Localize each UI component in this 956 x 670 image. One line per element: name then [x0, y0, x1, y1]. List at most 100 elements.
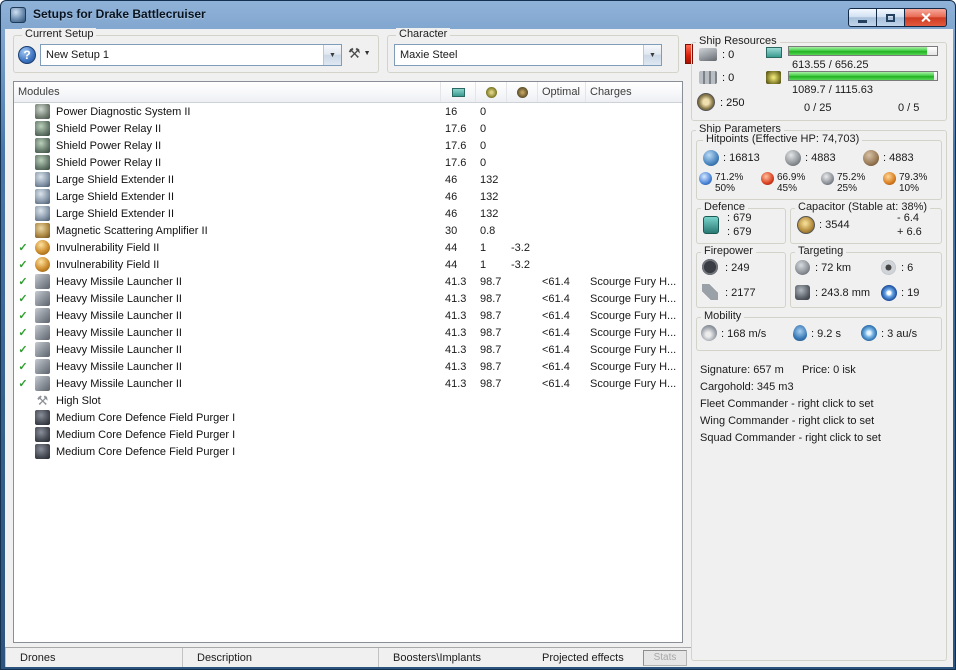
signature-text: Signature: 657 m — [700, 364, 784, 376]
module-icon — [35, 172, 50, 187]
module-row[interactable]: ✓ Heavy Missile Launcher II 41.3 98.7 <6… — [14, 358, 682, 375]
character-select[interactable]: Maxie Steel ▼ — [394, 44, 662, 66]
launcher-hardpoints-icon — [699, 71, 717, 84]
module-row[interactable]: ✓ Invulnerability Field II 44 1 -3.2 — [14, 256, 682, 273]
help-button[interactable]: ? — [18, 46, 36, 64]
module-row[interactable]: ✓ Heavy Missile Launcher II 41.3 98.7 <6… — [14, 375, 682, 392]
module-row[interactable]: ✓ Heavy Missile Launcher II 41.3 98.7 <6… — [14, 290, 682, 307]
setup-tools-button[interactable]: ⚒ ▼ — [348, 46, 371, 60]
module-name: Heavy Missile Launcher II — [56, 360, 182, 373]
module-powergrid-value: 132 — [480, 207, 499, 220]
column-header-capacitor[interactable] — [507, 82, 538, 102]
bottom-tab-bar: Drones Description Boosters\Implants Pro… — [5, 647, 691, 667]
module-cpu-value: 46 — [445, 207, 458, 220]
price-text: Price: 0 isk — [802, 364, 856, 376]
module-active-check: ✓ — [18, 344, 28, 356]
module-row[interactable]: Medium Core Defence Field Purger I — [14, 426, 682, 443]
align-time-value: : 9.2 s — [811, 328, 841, 340]
title-bar[interactable]: Setups for Drake Battlecruiser — [1, 1, 955, 28]
module-name: Power Diagnostic System II — [56, 105, 191, 118]
module-name: Medium Core Defence Field Purger I — [56, 411, 236, 424]
module-row[interactable]: ✓ Heavy Missile Launcher II 41.3 98.7 <6… — [14, 324, 682, 341]
module-cpu-value: 41.3 — [445, 309, 467, 322]
module-name: Large Shield Extender II — [56, 190, 175, 203]
module-cpu-value: 44 — [445, 241, 458, 254]
module-powergrid-value: 98.7 — [480, 377, 502, 390]
powergrid-icon — [766, 71, 781, 84]
module-active-check: ✓ — [18, 259, 28, 271]
module-row[interactable]: ✓ Heavy Missile Launcher II 41.3 98.7 <6… — [14, 341, 682, 358]
module-row[interactable]: Medium Core Defence Field Purger I — [14, 409, 682, 426]
bottom-tab[interactable]: Description — [182, 648, 378, 667]
resists-row: 71.2% 50% 66.9% 45% 75.2% 25% 79.3% 10% — [699, 172, 927, 194]
resist-icon — [699, 172, 712, 185]
drone-count-value: 0 / 5 — [898, 102, 920, 114]
module-name: Shield Power Relay II — [56, 156, 162, 169]
resist-icon — [883, 172, 896, 185]
close-button[interactable] — [905, 8, 947, 27]
tab-label: Boosters\Implants — [393, 651, 482, 664]
module-row[interactable]: Magnetic Scattering Amplifier II 30 0.8 — [14, 222, 682, 239]
module-row[interactable]: High Slot — [14, 392, 682, 409]
module-icon — [35, 359, 50, 374]
targeting-range-value: : 72 km — [815, 262, 852, 274]
module-row[interactable]: Shield Power Relay II 17.6 0 — [14, 137, 682, 154]
maximize-button[interactable] — [877, 8, 905, 27]
bottom-tab[interactable]: Projected effects — [528, 648, 624, 667]
modules-table: Modules Optimal Charges Power Diagnostic… — [13, 81, 683, 643]
warp-speed-icon — [861, 325, 877, 341]
cpu-column-icon — [451, 87, 465, 97]
column-header-cpu[interactable] — [441, 82, 476, 102]
character-label: Character — [396, 28, 451, 40]
module-charges-value: Scourge Fury H... — [590, 275, 677, 288]
module-icon — [35, 206, 50, 221]
module-cpu-value: 41.3 — [445, 360, 467, 373]
module-row[interactable]: Shield Power Relay II 17.6 0 — [14, 120, 682, 137]
module-name: Large Shield Extender II — [56, 207, 175, 220]
cpu-usage-text: 613.55 / 656.25 — [792, 59, 869, 71]
fleet-commander-text[interactable]: Fleet Commander - right click to set — [700, 398, 874, 410]
module-row[interactable]: Large Shield Extender II 46 132 — [14, 171, 682, 188]
setup-select-value: New Setup 1 — [46, 49, 109, 61]
module-icon — [35, 427, 50, 442]
module-name: Heavy Missile Launcher II — [56, 326, 182, 339]
module-cpu-value: 46 — [445, 190, 458, 203]
stats-button[interactable]: Stats — [643, 649, 687, 666]
module-row[interactable]: ✓ Heavy Missile Launcher II 41.3 98.7 <6… — [14, 307, 682, 324]
module-name: Invulnerability Field II — [56, 241, 160, 254]
maximize-icon — [886, 13, 895, 22]
module-active-check: ✓ — [18, 327, 28, 339]
armor-hp-icon — [785, 150, 801, 166]
capacitor-box: Capacitor (Stable at: 38%) : 3544 - 6.4 … — [790, 201, 942, 244]
module-optimal-value: <61.4 — [542, 377, 570, 390]
squad-commander-text[interactable]: Squad Commander - right click to set — [700, 432, 881, 444]
module-powergrid-value: 98.7 — [480, 360, 502, 373]
defence-icon — [703, 216, 719, 234]
module-row[interactable]: Large Shield Extender II 46 132 — [14, 188, 682, 205]
module-row[interactable]: ✓ Invulnerability Field II 44 1 -3.2 — [14, 239, 682, 256]
shield-recharge-value: : 679 — [727, 212, 752, 224]
module-icon — [35, 342, 50, 357]
capacitor-column-icon — [516, 86, 528, 98]
minimize-button[interactable] — [848, 8, 877, 27]
module-row[interactable]: ✓ Heavy Missile Launcher II 41.3 98.7 <6… — [14, 273, 682, 290]
column-header-optimal[interactable]: Optimal — [538, 82, 586, 102]
bottom-tab[interactable]: Drones — [5, 648, 182, 667]
column-header-charges[interactable]: Charges — [586, 82, 682, 102]
column-header-modules[interactable]: Modules — [14, 82, 441, 102]
wing-commander-text[interactable]: Wing Commander - right click to set — [700, 415, 874, 427]
hull-hp-value: : 4883 — [883, 152, 914, 164]
passive-defence-value: : 679 — [727, 226, 752, 238]
shield-hp-icon — [703, 150, 719, 166]
module-row[interactable]: Medium Core Defence Field Purger I — [14, 443, 682, 460]
bottom-tab[interactable]: Boosters\Implants — [378, 648, 528, 667]
window-content: Current Setup ? New Setup 1 ▼ ⚒ ▼ Charac… — [5, 28, 953, 667]
max-velocity-value: : 168 m/s — [721, 328, 767, 340]
column-header-powergrid[interactable] — [476, 82, 507, 102]
module-row[interactable]: Large Shield Extender II 46 132 — [14, 205, 682, 222]
module-icon — [35, 155, 50, 170]
drone-capacity-value: 0 / 25 — [804, 102, 832, 114]
module-row[interactable]: Shield Power Relay II 17.6 0 — [14, 154, 682, 171]
setup-select[interactable]: New Setup 1 ▼ — [40, 44, 342, 66]
module-row[interactable]: Power Diagnostic System II 16 0 — [14, 103, 682, 120]
